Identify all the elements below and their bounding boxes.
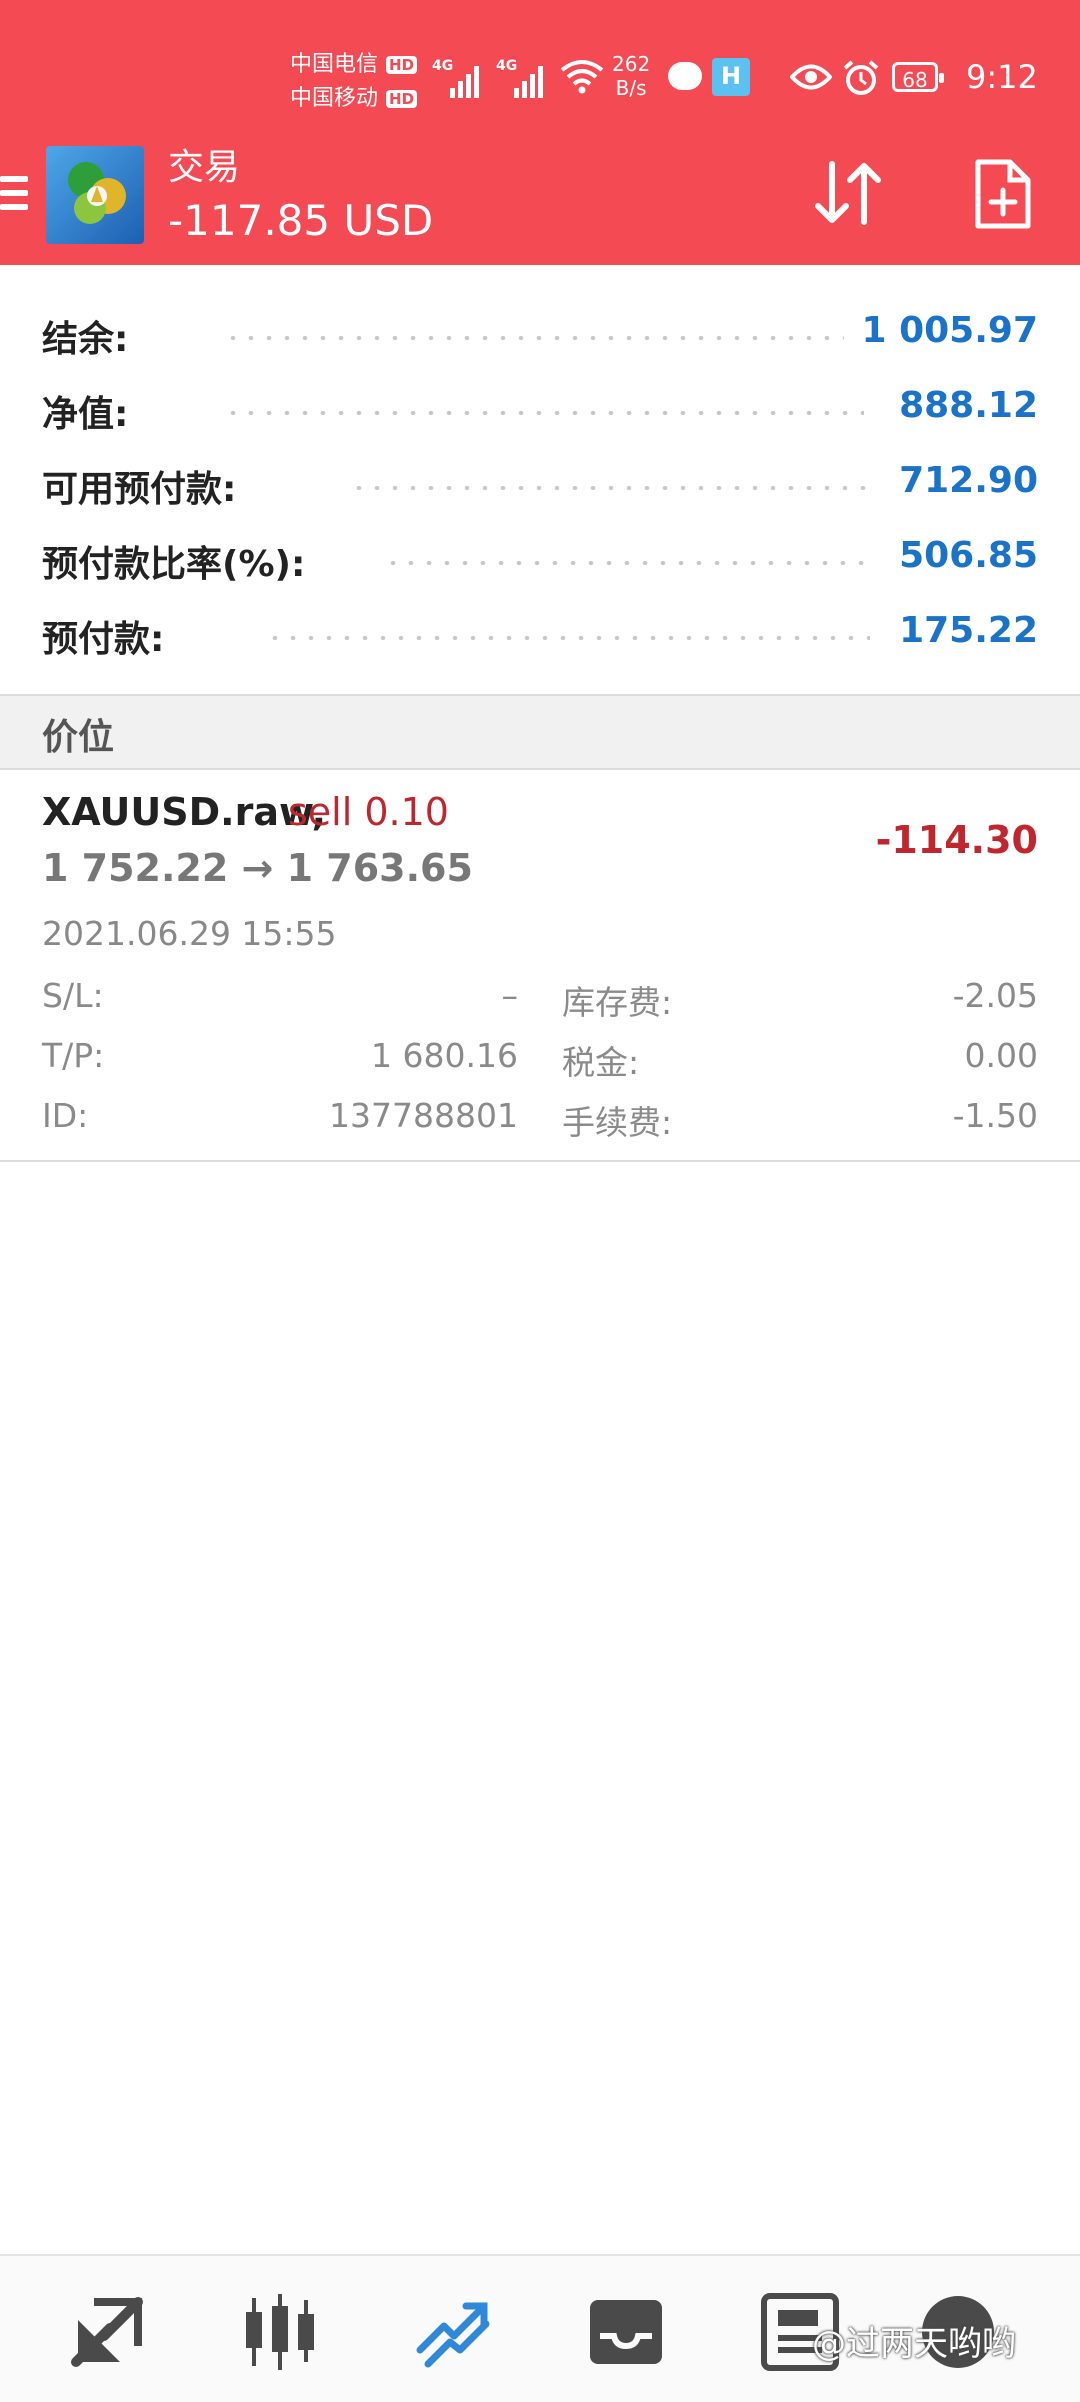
tax-value: 0.00 bbox=[964, 1036, 1038, 1075]
position-item[interactable]: XAUUSD.raw, sell 0.10 1 752.22 → 1 763.6… bbox=[0, 768, 1080, 1162]
equity-label: 净值: bbox=[42, 394, 129, 435]
carrier-1: 中国电信 bbox=[290, 52, 379, 77]
margin-level-label: 预付款比率(%): bbox=[42, 544, 306, 585]
position-side: sell 0.10 bbox=[288, 790, 449, 834]
sort-icon bbox=[815, 161, 881, 225]
hd-badge: HD bbox=[386, 56, 418, 74]
bottom-navigation: @过两天哟哟 bbox=[0, 2254, 1080, 2402]
menu-icon[interactable] bbox=[0, 172, 30, 218]
swap-value: -2.05 bbox=[952, 976, 1038, 1015]
balance-row: 结余: 1 005.97 bbox=[0, 302, 1080, 362]
balance-value: 1 005.97 bbox=[861, 310, 1038, 351]
nav-history[interactable] bbox=[586, 2292, 666, 2372]
wifi-icon bbox=[560, 58, 604, 98]
tax-label: 税金: bbox=[562, 1043, 640, 1082]
sl-value: – bbox=[501, 976, 519, 1015]
nav-chart[interactable] bbox=[240, 2292, 320, 2372]
app-header: 中国电信HD 中国移动HD 4G 4G 262 B/s H 68 9:12 bbox=[0, 0, 1080, 265]
hd-badge: HD bbox=[386, 90, 418, 108]
message-bubble-icon bbox=[668, 62, 702, 90]
app-notification-icon: H bbox=[712, 58, 750, 96]
position-profit: -114.30 bbox=[875, 818, 1038, 862]
nav-quotes[interactable] bbox=[68, 2292, 148, 2372]
id-value: 137788801 bbox=[329, 1096, 518, 1135]
commission-label: 手续费: bbox=[562, 1103, 673, 1142]
margin-value: 175.22 bbox=[899, 610, 1038, 651]
position-prices: 1 752.22 → 1 763.65 bbox=[42, 846, 473, 890]
status-bar: 中国电信 HD 中国移动 HD 4G 4G 262 B/s H 68 9:12 bbox=[0, 0, 1080, 130]
margin-row: 预付款: 175.22 bbox=[0, 602, 1080, 662]
net-speed-value: 262 bbox=[612, 52, 651, 76]
commission-value: -1.50 bbox=[952, 1096, 1038, 1135]
margin-level-value: 506.85 bbox=[899, 535, 1038, 576]
app-logo bbox=[46, 146, 144, 244]
equity-value: 888.12 bbox=[899, 385, 1038, 426]
battery-icon: 68 bbox=[892, 62, 944, 92]
free-margin-value: 712.90 bbox=[899, 460, 1038, 501]
free-margin-row: 可用预付款: 712.90 bbox=[0, 452, 1080, 512]
margin-level-row: 预付款比率(%): 506.85 bbox=[0, 527, 1080, 587]
carrier-2: 中国移动 bbox=[290, 86, 379, 111]
position-symbol: XAUUSD.raw, bbox=[42, 790, 327, 834]
chart-icon bbox=[246, 2294, 314, 2370]
net-speed: 262 B/s bbox=[612, 52, 650, 100]
carrier-info: 中国电信 HD 中国移动 HD bbox=[290, 48, 418, 116]
swap-label: 库存费: bbox=[562, 983, 673, 1022]
sl-label: S/L: bbox=[42, 976, 104, 1015]
clock: 9:12 bbox=[966, 58, 1038, 96]
position-open-time: 2021.06.29 15:55 bbox=[42, 914, 337, 953]
tp-value: 1 680.16 bbox=[371, 1036, 518, 1075]
equity-row: 净值: 888.12 bbox=[0, 377, 1080, 437]
id-label: ID: bbox=[42, 1096, 89, 1135]
quotes-icon bbox=[71, 2297, 143, 2367]
free-margin-label: 可用预付款: bbox=[42, 469, 237, 510]
new-document-icon bbox=[975, 159, 1031, 229]
section-label: 价位 bbox=[42, 717, 115, 758]
margin-label: 预付款: bbox=[42, 619, 165, 660]
tp-label: T/P: bbox=[42, 1036, 105, 1075]
header-balance: -117.85 USD bbox=[168, 196, 434, 245]
nav-trade[interactable] bbox=[414, 2292, 494, 2372]
sort-button[interactable] bbox=[808, 158, 888, 228]
new-order-button[interactable] bbox=[972, 158, 1032, 230]
history-icon bbox=[590, 2300, 662, 2364]
section-header: 价位 bbox=[0, 694, 1080, 770]
eye-icon bbox=[789, 62, 833, 96]
balance-label: 结余: bbox=[42, 319, 129, 360]
alarm-icon bbox=[842, 60, 880, 100]
watermark: @过两天哟哟 bbox=[812, 2324, 1016, 2364]
net-speed-unit: B/s bbox=[615, 76, 647, 100]
page-title: 交易 bbox=[168, 147, 241, 188]
trade-icon bbox=[416, 2302, 490, 2368]
